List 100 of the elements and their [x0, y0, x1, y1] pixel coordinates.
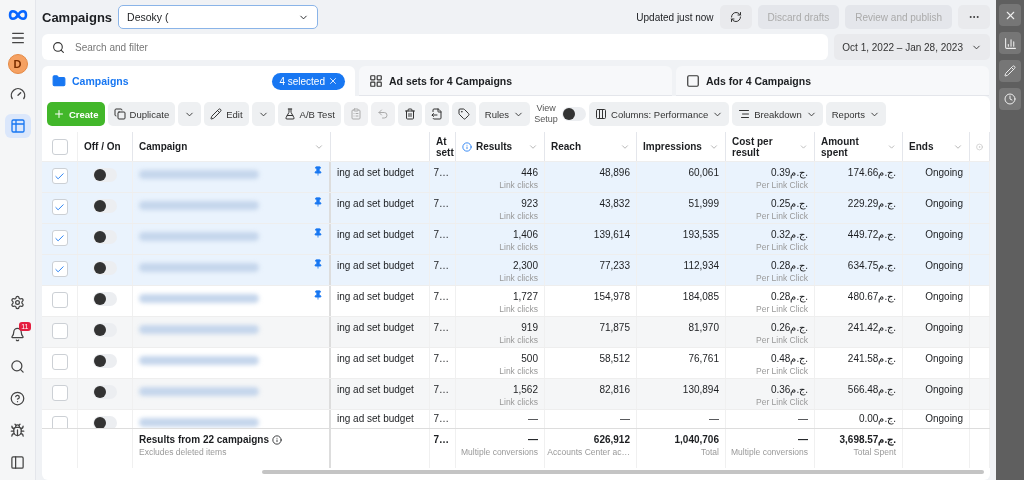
table-cell: ing ad set budget — [337, 291, 414, 302]
pencil-icon — [210, 108, 223, 120]
table-icon — [9, 118, 26, 134]
cell-caption: Per Link Click — [756, 304, 808, 314]
toggle-switch[interactable] — [93, 230, 117, 244]
table-cell: 77,233 — [599, 260, 630, 271]
search-field[interactable]: Search and filter — [42, 34, 829, 60]
total-value: — — [798, 434, 808, 445]
row-checkbox[interactable] — [51, 385, 68, 401]
cell-caption: Link clicks — [499, 397, 538, 407]
column-header[interactable]: Amount spent — [821, 135, 883, 158]
table-cell: 1,562 — [512, 384, 538, 395]
tag-button[interactable] — [451, 102, 476, 126]
scrollbar[interactable] — [262, 470, 984, 474]
edit-button[interactable]: Edit — [204, 102, 249, 126]
pin-icon[interactable] — [313, 290, 323, 300]
account-dropdown[interactable]: Desoky ( — [118, 5, 319, 29]
avatar[interactable]: D — [7, 54, 28, 74]
tab[interactable]: Ads for 4 Campaigns — [676, 66, 989, 96]
tab[interactable]: Ad sets for 4 Campaigns — [359, 66, 672, 96]
column-header[interactable]: At sett — [436, 135, 454, 158]
page-title: Campaigns — [42, 9, 113, 25]
infinity-logo-icon[interactable] — [6, 8, 29, 22]
table-cell: 0.36ج.م. — [770, 384, 808, 395]
ab-test-button[interactable]: A/B Test — [277, 102, 341, 126]
edit-panel-button[interactable] — [999, 60, 1021, 82]
date-range-button[interactable]: Oct 1, 2022 – Jan 28, 2023 — [834, 34, 990, 60]
column-header[interactable]: Cost per result — [732, 135, 796, 158]
column-header[interactable]: Results — [462, 141, 513, 152]
search-icon[interactable] — [10, 358, 25, 374]
export-button[interactable] — [424, 102, 449, 126]
pencil-icon — [1004, 65, 1016, 77]
toggle-switch[interactable] — [93, 168, 117, 182]
table-cell: — — [528, 413, 538, 424]
table-cell: 193,535 — [682, 229, 719, 240]
table-cell: 60,061 — [688, 167, 719, 178]
row-checkbox[interactable] — [51, 230, 68, 246]
rules-button[interactable]: Rules — [478, 102, 531, 126]
row-checkbox[interactable] — [51, 168, 68, 184]
toggle-switch[interactable] — [93, 199, 117, 213]
toggle-switch[interactable] — [93, 292, 117, 306]
column-header[interactable]: Off / On — [84, 141, 121, 152]
table-cell: ing ad set budget — [337, 353, 414, 364]
column-header[interactable]: Ends — [909, 141, 934, 152]
table-cell: 923 — [521, 198, 538, 209]
cell-caption: Link clicks — [499, 180, 538, 190]
table-cell: 634.75ج.م. — [847, 260, 896, 271]
breakdown-button[interactable]: Breakdown — [732, 102, 823, 126]
row-checkbox[interactable] — [51, 323, 68, 339]
columns-button[interactable]: Columns: Performance — [589, 102, 730, 126]
pin-icon[interactable] — [313, 259, 323, 269]
row-checkbox[interactable] — [51, 292, 68, 308]
total-value: 626,912 — [593, 434, 630, 445]
tab[interactable]: Campaigns 4 selected — [42, 66, 355, 96]
column-header[interactable]: Campaign — [139, 141, 188, 152]
table-cell: ing ad set budget — [337, 322, 414, 333]
pin-icon[interactable] — [313, 228, 323, 238]
table-cell: Ongoing — [925, 229, 963, 240]
row-checkbox[interactable] — [51, 416, 68, 428]
reports-button[interactable]: Reports — [825, 102, 886, 126]
table-cell: — — [798, 413, 808, 424]
pin-icon[interactable] — [313, 166, 323, 176]
toggle-switch[interactable] — [93, 354, 117, 368]
close-icon — [328, 76, 338, 86]
table-cell: Ongoing — [925, 260, 963, 271]
lines-icon — [738, 108, 751, 120]
toggle-switch[interactable] — [93, 385, 117, 399]
pin-icon[interactable] — [313, 197, 323, 207]
selection-badge[interactable]: 4 selected — [272, 72, 345, 90]
row-checkbox[interactable] — [51, 354, 68, 370]
trash-button[interactable] — [397, 102, 422, 126]
column-header[interactable]: Impressions — [643, 141, 702, 152]
cell-caption: Per Link Click — [756, 180, 808, 190]
duplicate-button[interactable]: Duplicate — [107, 102, 176, 126]
cell-caption: Link clicks — [499, 242, 538, 252]
table-cell: 229.29ج.م. — [847, 198, 896, 209]
column-header[interactable]: Reach — [551, 141, 581, 152]
history-button[interactable] — [999, 88, 1021, 110]
select-all-checkbox[interactable] — [51, 138, 68, 155]
table-cell: Ongoing — [925, 291, 963, 302]
cell-caption: Per Link Click — [756, 273, 808, 283]
help-icon[interactable] — [10, 390, 25, 406]
toggle-switch[interactable] — [93, 323, 117, 337]
toggle-switch[interactable] — [93, 416, 117, 428]
total-caption: Accounts Center ac… — [547, 447, 630, 457]
menu-icon[interactable] — [9, 30, 26, 46]
total-caption: Total — [701, 447, 719, 457]
toggle-switch[interactable] — [562, 107, 587, 121]
row-checkbox[interactable] — [51, 199, 68, 215]
nav-button[interactable] — [4, 114, 31, 138]
toggle-switch[interactable] — [93, 261, 117, 275]
bug-icon[interactable] — [10, 422, 25, 438]
chart-button[interactable] — [999, 32, 1021, 54]
table-cell: 58,512 — [599, 353, 630, 364]
panel-icon[interactable] — [10, 454, 25, 470]
settings-icon[interactable] — [10, 294, 25, 310]
table-cell: 2,300 — [512, 260, 538, 271]
refresh-button[interactable] — [719, 5, 752, 29]
row-checkbox[interactable] — [51, 261, 68, 277]
close-button[interactable] — [999, 4, 1021, 26]
